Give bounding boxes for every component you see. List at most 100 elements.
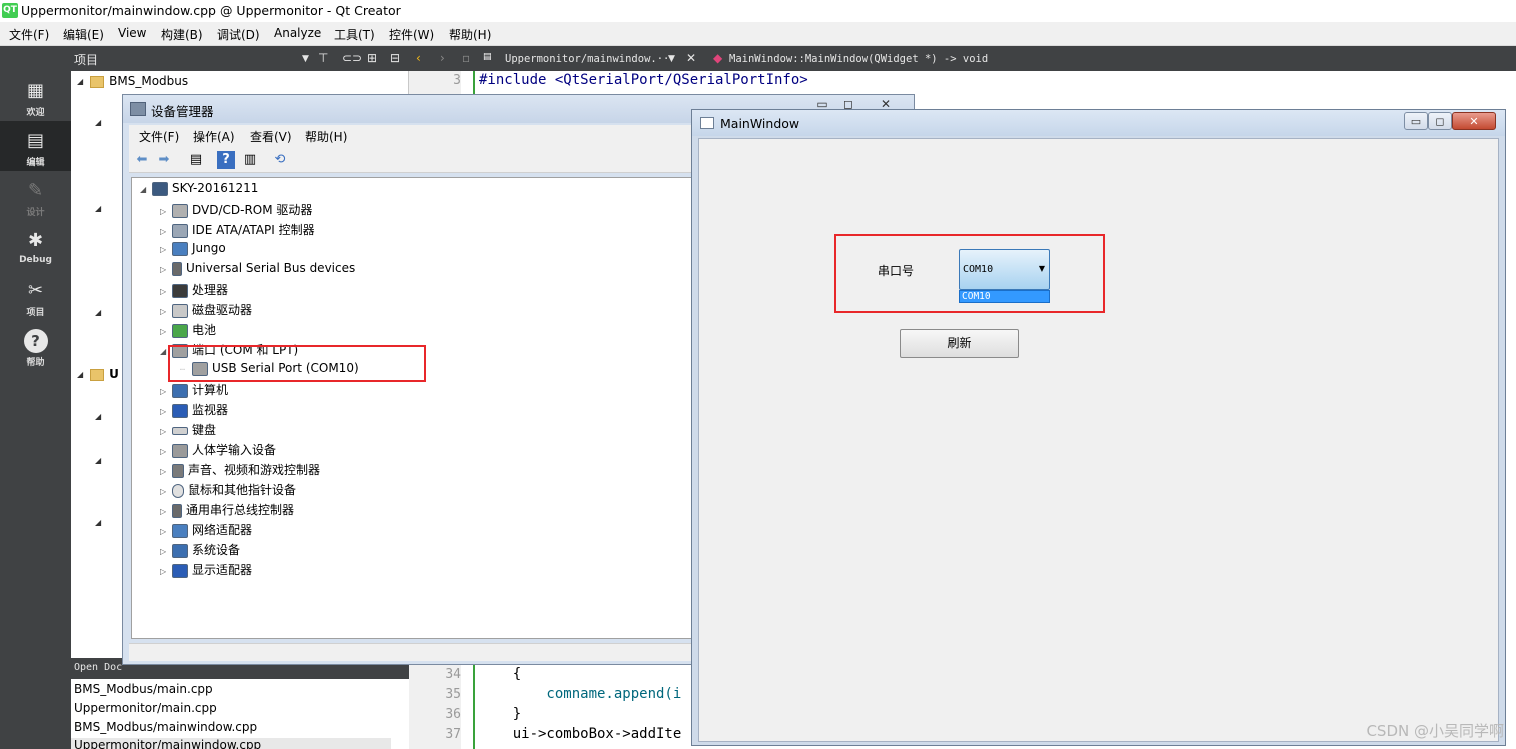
collapsed-arrow-icon: ▷ [160,507,167,516]
close-pane-icon[interactable]: ⊟ [390,51,400,65]
device-item-label: IDE ATA/ATAPI 控制器 [192,223,315,237]
device-item-label: 通用串行总线控制器 [186,503,295,517]
dvd-drive-icon [172,203,188,218]
collapsed-arrow-icon: ▷ [160,245,167,254]
system-device-icon [172,543,188,558]
collapsed-arrow-icon: ▷ [160,427,167,436]
menu-file[interactable]: 文件(F) [9,26,49,43]
open-doc-item-active[interactable]: Uppermonitor/mainwindow.cpp [71,738,391,749]
project-selector-label[interactable]: 项目 [74,51,98,68]
menu-debug[interactable]: 调试(D) [217,26,260,43]
back-arrow-icon[interactable]: ⬅ [133,151,151,169]
menu-view[interactable]: View [118,26,146,40]
tree-item-bms-modbus[interactable]: ◢ BMS_Modbus [77,74,188,88]
help-icon[interactable]: ? [217,151,235,169]
open-doc-item[interactable]: Uppermonitor/main.cpp [74,701,217,715]
back-icon[interactable]: ‹ [416,51,421,65]
code-line: #include <QtSerialPort/QSerialPortInfo> [479,72,808,88]
device-item[interactable]: ▷ 网络适配器 [160,521,252,538]
minimize-button[interactable]: ▭ [1404,112,1428,130]
menu-help[interactable]: 帮助(H) [449,26,491,43]
device-item[interactable]: ▷ 监视器 [160,401,228,418]
device-item[interactable]: ▷ IDE ATA/ATAPI 控制器 [160,221,315,238]
forward-icon[interactable]: › [440,51,445,65]
mode-edit[interactable]: ▤ 编辑 [0,121,71,171]
menu-tools[interactable]: 工具(T) [334,26,375,43]
split-icon[interactable]: ⊞ [367,51,377,65]
mode-design[interactable]: ✎ 设计 [0,171,71,221]
menu-build[interactable]: 构建(B) [161,26,203,43]
hid-icon [172,443,188,458]
collapsed-arrow-icon: ▷ [160,265,167,274]
mode-help-label: 帮助 [26,358,45,368]
device-item[interactable]: ▷ 电池 [160,321,216,338]
expand-arrow-icon[interactable]: ◢ [95,453,108,467]
device-item[interactable]: ▷ 磁盘驱动器 [160,301,252,318]
mode-welcome[interactable]: ▦ 欢迎 [0,71,71,121]
device-item[interactable]: ▷ 人体学输入设备 [160,441,276,458]
serial-port-combobox[interactable]: COM10 ▼ [959,249,1050,290]
tree-item-uppermonitor[interactable]: ◢ U [77,367,119,381]
device-item-label: 端口 (COM 和 LPT) [192,343,299,357]
combobox-option[interactable]: COM10 [959,290,1050,303]
device-item[interactable]: ▷ 计算机 [160,381,228,398]
device-item[interactable]: ▷ DVD/CD-ROM 驱动器 [160,201,312,218]
device-item[interactable]: ▷ 通用串行总线控制器 [160,501,294,518]
collapsed-arrow-icon: ▷ [160,567,167,576]
device-root[interactable]: ◢ SKY-20161211 [140,181,258,196]
dm-menu-view[interactable]: 查看(V) [250,128,292,145]
dm-menu-help[interactable]: 帮助(H) [305,128,347,145]
expand-arrow-icon[interactable]: ◢ [95,305,108,319]
maximize-button[interactable]: ◻ [1428,112,1452,130]
device-item[interactable]: ▷ 系统设备 [160,541,240,558]
link-icon[interactable]: ⊂⊃ [342,51,362,65]
chevron-down-icon[interactable]: ▼ [302,54,309,64]
main-window-client: 串口号 COM10 ▼ COM10 刷新 [698,138,1499,742]
open-file-tab[interactable]: Uppermonitor/mainwindow.··· [505,53,676,65]
expand-arrow-icon[interactable]: ◢ [95,409,108,423]
menu-widgets[interactable]: 控件(W) [389,26,434,43]
close-file-icon[interactable]: ✕ [686,51,696,65]
expand-arrow-icon: ◢ [160,347,167,356]
open-doc-item[interactable]: BMS_Modbus/main.cpp [74,682,213,696]
device-item[interactable]: ▷ 鼠标和其他指针设备 [160,481,296,498]
mode-debug[interactable]: ✱ Debug [0,221,71,271]
filter-icon[interactable]: ⊤ [318,51,328,65]
properties-icon[interactable]: ▤ [187,151,205,169]
chevron-down-icon[interactable]: ▼ [1039,264,1045,273]
scan-hardware-icon[interactable]: ⟲ [271,151,289,169]
view-icon[interactable]: ▥ [241,151,259,169]
refresh-button[interactable]: 刷新 [900,329,1019,358]
device-item[interactable]: ▷ 键盘 [160,421,216,438]
device-item[interactable]: ▷ Jungo [160,241,226,256]
expand-arrow-icon[interactable]: ◢ [95,201,108,215]
dm-menu-file[interactable]: 文件(F) [139,128,179,145]
function-selector[interactable]: MainWindow::MainWindow(QWidget *) -> voi… [729,53,988,65]
expand-arrow-icon[interactable]: ◢ [95,515,108,529]
ide-controller-icon [172,223,188,238]
qt-titlebar: QT Uppermonitor/mainwindow.cpp @ Uppermo… [0,0,1516,22]
open-doc-item[interactable]: BMS_Modbus/mainwindow.cpp [74,720,257,734]
expand-arrow-icon[interactable]: ◢ [95,115,108,129]
device-item-ports[interactable]: ◢ 端口 (COM 和 LPT) [160,341,298,358]
menu-edit[interactable]: 编辑(E) [63,26,104,43]
device-item-usb-serial-port[interactable]: ┈ USB Serial Port (COM10) [180,361,359,376]
main-window-titlebar[interactable]: MainWindow ▭ ◻ ✕ [692,110,1505,136]
monitor-icon [172,403,188,418]
mode-help[interactable]: ? 帮助 [0,321,71,371]
device-item[interactable]: ▷ Universal Serial Bus devices [160,261,355,276]
device-item[interactable]: ▷ 声音、视频和游戏控制器 [160,461,320,478]
device-item[interactable]: ▷ 处理器 [160,281,228,298]
code-line: comname.append(i [479,686,682,702]
forward-arrow-icon[interactable]: ➡ [155,151,173,169]
device-item[interactable]: ▷ 显示适配器 [160,561,252,578]
close-button[interactable]: ✕ [1452,112,1496,130]
file-dropdown-icon[interactable]: ▼ [668,54,675,64]
main-window-title: MainWindow [720,116,800,131]
mode-projects-label: 项目 [26,308,45,318]
mode-welcome-label: 欢迎 [26,108,45,118]
mode-projects[interactable]: ✂ 项目 [0,271,71,321]
dm-menu-action[interactable]: 操作(A) [193,128,235,145]
menu-analyze[interactable]: Analyze [274,26,321,40]
device-item-label: 计算机 [192,383,229,397]
